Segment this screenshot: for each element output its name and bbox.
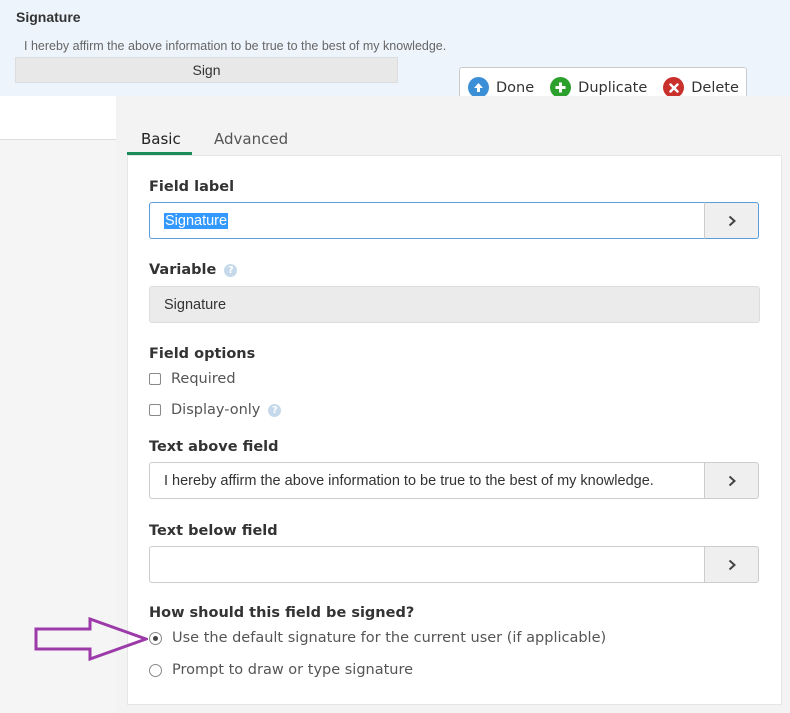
default-signature-label: Use the default signature for the curren… <box>172 630 607 646</box>
required-label: Required <box>171 371 236 387</box>
duplicate-button[interactable]: Duplicate <box>550 77 647 98</box>
chevron-right-icon <box>728 475 736 486</box>
delete-label: Delete <box>691 79 739 96</box>
field-label-input-group: Signature <box>149 202 759 239</box>
sign-button[interactable]: Sign <box>15 57 398 83</box>
required-checkbox[interactable] <box>149 373 161 385</box>
default-signature-radio[interactable] <box>149 631 162 645</box>
text-below-expand-button[interactable] <box>704 546 759 583</box>
text-above-expand-button[interactable] <box>704 462 759 499</box>
preview-text-above: I hereby affirm the above information to… <box>24 39 447 53</box>
field-options-heading: Field options <box>149 346 256 362</box>
done-button[interactable]: Done <box>468 77 534 98</box>
chevron-right-icon <box>728 215 736 226</box>
done-label: Done <box>496 79 535 96</box>
display-only-checkbox[interactable] <box>149 404 161 416</box>
text-below-input-group <box>149 546 759 583</box>
chevron-right-icon <box>728 559 736 570</box>
prompt-signature-radio[interactable] <box>149 663 162 677</box>
display-only-option[interactable]: Display-only ? <box>149 402 282 418</box>
arrow-up-icon <box>468 77 489 98</box>
signing-option-prompt[interactable]: Prompt to draw or type signature <box>149 662 413 678</box>
left-spacer <box>0 96 116 139</box>
signing-option-default[interactable]: Use the default signature for the curren… <box>149 630 606 646</box>
text-below-heading: Text below field <box>149 523 278 539</box>
variable-heading-text: Variable <box>149 262 217 278</box>
annotation-arrow-icon <box>34 617 148 661</box>
preview-title: Signature <box>16 9 81 25</box>
variable-heading: Variable? <box>149 262 238 278</box>
text-below-input[interactable] <box>149 546 704 583</box>
plus-icon <box>550 77 572 98</box>
tab-advanced[interactable]: Advanced <box>214 130 288 148</box>
text-above-input[interactable]: I hereby affirm the above information to… <box>149 462 704 499</box>
text-above-input-group: I hereby affirm the above information to… <box>149 462 759 499</box>
duplicate-label: Duplicate <box>578 79 648 96</box>
field-label-expand-button[interactable] <box>704 202 759 239</box>
required-option[interactable]: Required <box>149 371 236 387</box>
signing-method-heading: How should this field be signed? <box>149 605 415 621</box>
display-only-label: Display-only <box>171 402 261 418</box>
field-label-input[interactable]: Signature <box>149 202 704 239</box>
text-above-heading: Text above field <box>149 439 279 455</box>
close-icon <box>663 77 685 98</box>
help-icon[interactable]: ? <box>268 403 282 417</box>
tab-basic[interactable]: Basic <box>141 130 181 148</box>
variable-readonly-field: Signature <box>149 286 760 323</box>
field-label-value: Signature <box>164 212 229 229</box>
delete-button[interactable]: Delete <box>663 77 739 98</box>
prompt-signature-label: Prompt to draw or type signature <box>172 662 414 678</box>
field-label-heading: Field label <box>149 179 235 195</box>
help-icon[interactable]: ? <box>224 263 238 277</box>
